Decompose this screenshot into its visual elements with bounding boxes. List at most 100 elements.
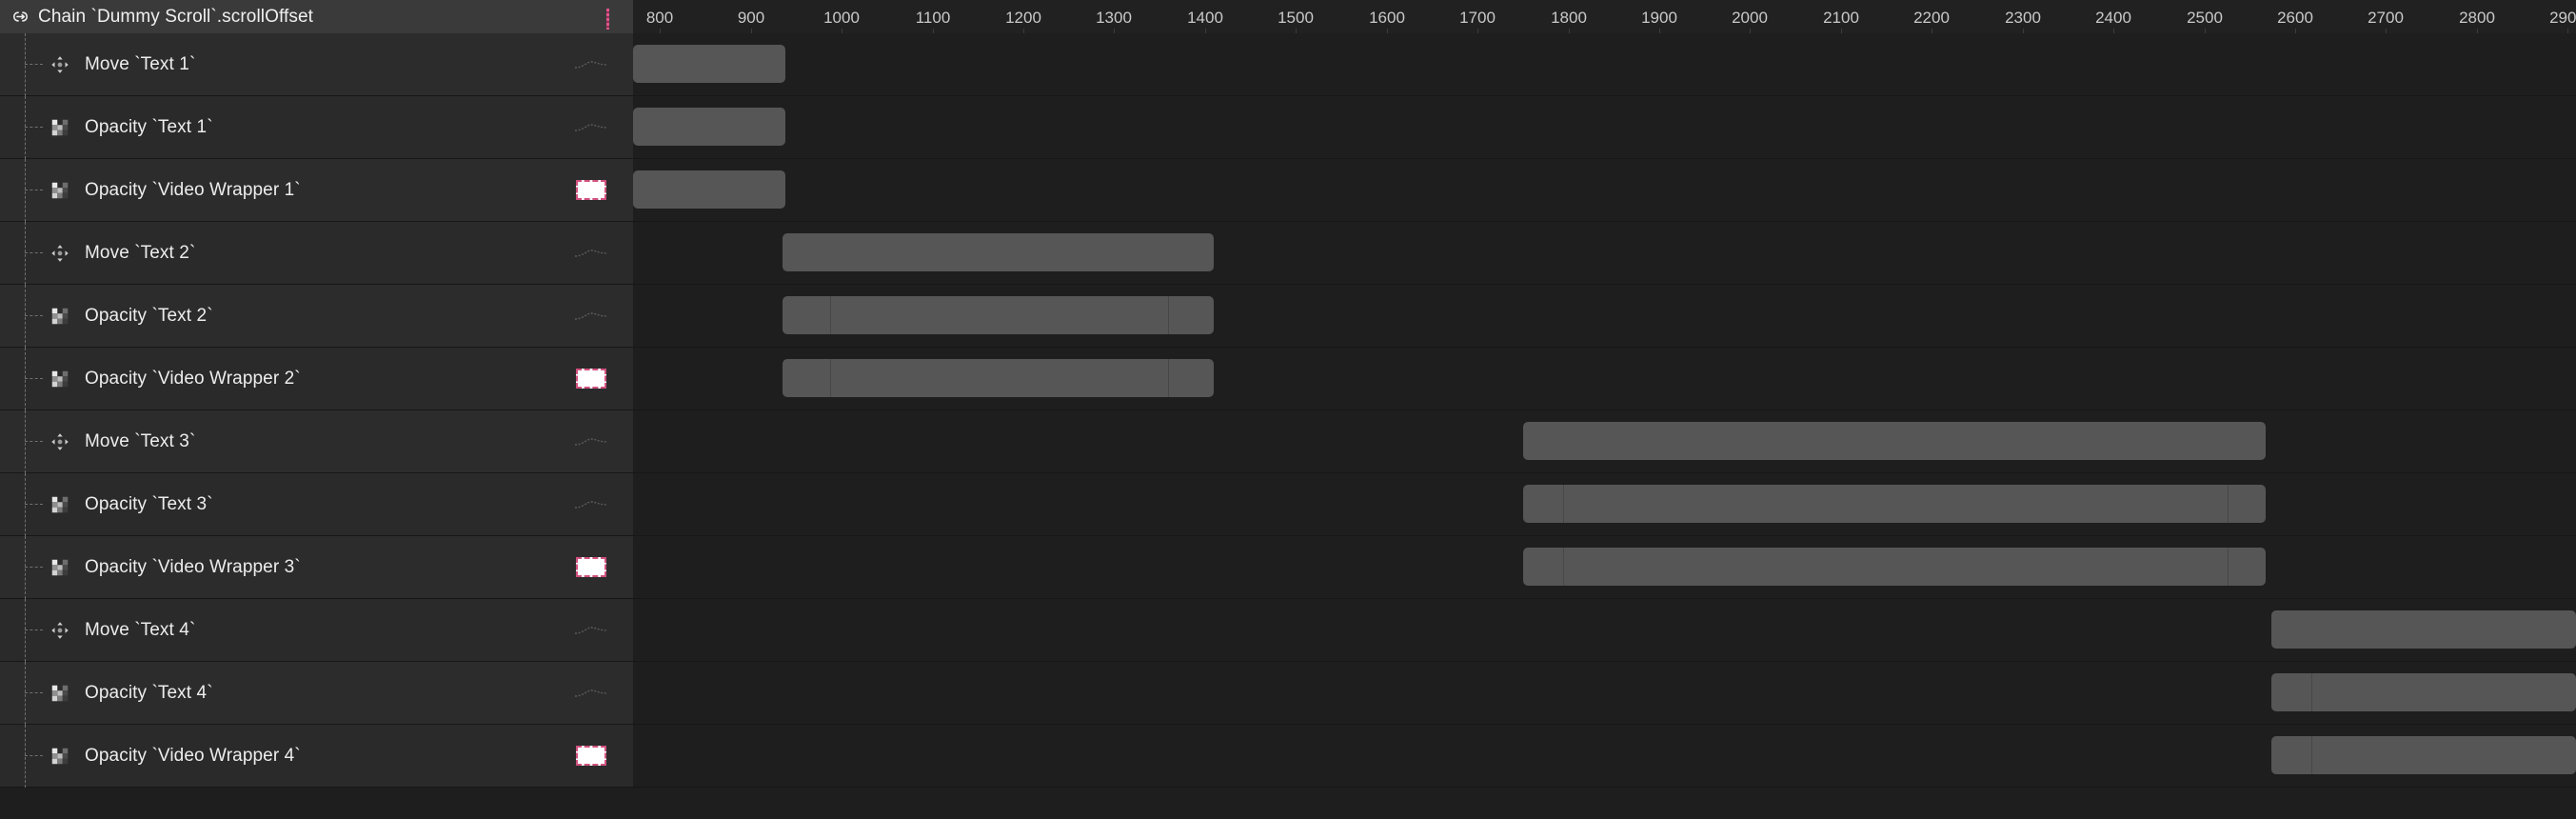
row-header-move-1[interactable]: Move `Text 1` — [0, 33, 633, 96]
ruler-tick-label: 2200 — [1913, 9, 1950, 27]
tree-connector — [0, 662, 50, 725]
timeline-clip-bar[interactable] — [2271, 610, 2576, 649]
row-track[interactable] — [633, 473, 2576, 535]
ruler-tick-label: 2300 — [2005, 9, 2041, 27]
timeline-clip-bar[interactable] — [783, 359, 1214, 397]
row-header-opacity-3[interactable]: Opacity `Video Wrapper 1` — [0, 159, 633, 222]
opacity-checker-icon — [50, 683, 70, 704]
clip-segment-divider — [1563, 485, 1564, 523]
clip-segment-divider — [2311, 736, 2312, 774]
timeline-row[interactable]: Opacity `Video Wrapper 3` — [0, 536, 2576, 599]
easing-curve-icon[interactable] — [573, 620, 609, 641]
timeline-clip-bar[interactable] — [633, 45, 785, 83]
timeline-clip-bar[interactable] — [2271, 736, 2576, 774]
timeline-row[interactable]: Opacity `Text 3` — [0, 473, 2576, 536]
row-label: Move `Text 1` — [85, 53, 196, 74]
timeline-clip-bar[interactable] — [1523, 485, 2266, 523]
row-label: Move `Text 2` — [85, 242, 196, 263]
opacity-checker-icon — [50, 180, 70, 201]
timeline-row[interactable]: Opacity `Text 1` — [0, 96, 2576, 159]
row-track[interactable] — [633, 410, 2576, 472]
clip-segment-divider — [1563, 548, 1564, 586]
row-track[interactable] — [633, 285, 2576, 347]
tree-connector — [0, 410, 50, 473]
timeline-row[interactable]: Move `Text 2` — [0, 222, 2576, 285]
opacity-checker-icon — [50, 369, 70, 390]
video-thumbnail-preview — [576, 557, 606, 577]
row-header-opacity-11[interactable]: Opacity `Text 4` — [0, 662, 633, 725]
ruler-tick-label: 1200 — [1005, 9, 1041, 27]
timeline-row[interactable]: Opacity `Text 4` — [0, 662, 2576, 725]
row-label: Opacity `Video Wrapper 2` — [85, 368, 301, 389]
timeline-clip-bar[interactable] — [1523, 548, 2266, 586]
row-header-opacity-2[interactable]: Opacity `Text 1` — [0, 96, 633, 159]
easing-curve-icon[interactable] — [573, 54, 609, 75]
row-track[interactable] — [633, 599, 2576, 661]
row-header-opacity-12[interactable]: Opacity `Video Wrapper 4` — [0, 725, 633, 788]
tree-connector — [0, 33, 50, 96]
row-label: Opacity `Video Wrapper 4` — [85, 745, 301, 766]
video-thumbnail-icon[interactable] — [573, 180, 609, 201]
row-label: Move `Text 3` — [85, 430, 196, 451]
clip-segment-divider — [1168, 359, 1169, 397]
easing-curve-icon[interactable] — [573, 431, 609, 452]
easing-curve-icon[interactable] — [573, 306, 609, 327]
video-thumbnail-icon[interactable] — [573, 746, 609, 767]
move-arrows-icon — [50, 243, 70, 264]
timeline-row[interactable]: Opacity `Video Wrapper 4` — [0, 725, 2576, 788]
tree-connector — [0, 96, 50, 159]
video-thumbnail-preview — [576, 180, 606, 200]
row-label: Opacity `Text 3` — [85, 493, 213, 514]
easing-curve-icon[interactable] — [573, 243, 609, 264]
timeline-row[interactable]: Opacity `Video Wrapper 2` — [0, 348, 2576, 410]
row-label: Opacity `Text 4` — [85, 682, 213, 703]
ruler-tick-label: 2700 — [2368, 9, 2404, 27]
easing-curve-icon[interactable] — [573, 494, 609, 515]
ruler-tick-label: 800 — [645, 9, 674, 27]
row-track[interactable] — [633, 662, 2576, 724]
easing-curve-icon[interactable] — [573, 683, 609, 704]
timeline-row[interactable]: Opacity `Video Wrapper 1` — [0, 159, 2576, 222]
timeline-row[interactable]: Move `Text 4` — [0, 599, 2576, 662]
timeline-editor: Chain `Dummy Scroll`.scrollOffset 800 900… — [0, 0, 2576, 819]
easing-curve-preview — [575, 311, 607, 320]
timeline-ruler[interactable]: 800 900 1000 1100 1200 1300 1400 1500 1600 1700 18… — [633, 0, 2576, 33]
row-header-opacity-5[interactable]: Opacity `Text 2` — [0, 285, 633, 348]
timeline-row[interactable]: Opacity `Text 2` — [0, 285, 2576, 348]
row-track[interactable] — [633, 33, 2576, 95]
row-track[interactable] — [633, 222, 2576, 284]
tree-connector — [0, 725, 50, 788]
row-header-move-7[interactable]: Move `Text 3` — [0, 410, 633, 473]
timeline-clip-bar[interactable] — [1523, 422, 2266, 460]
row-header-move-10[interactable]: Move `Text 4` — [0, 599, 633, 662]
timeline-clip-bar[interactable] — [783, 296, 1214, 334]
row-header-opacity-6[interactable]: Opacity `Video Wrapper 2` — [0, 348, 633, 410]
row-label: Opacity `Video Wrapper 1` — [85, 179, 301, 200]
ruler-tick-label: 1700 — [1459, 9, 1496, 27]
timeline-clip-bar[interactable] — [633, 170, 785, 209]
opacity-checker-icon — [50, 494, 70, 515]
timeline-row[interactable]: Move `Text 3` — [0, 410, 2576, 473]
easing-curve-icon[interactable] — [573, 117, 609, 138]
row-track[interactable] — [633, 536, 2576, 598]
row-track[interactable] — [633, 96, 2576, 158]
row-track[interactable] — [633, 725, 2576, 787]
row-track[interactable] — [633, 348, 2576, 410]
timeline-clip-bar[interactable] — [2271, 673, 2576, 711]
video-thumbnail-icon[interactable] — [573, 369, 609, 390]
video-thumbnail-icon[interactable] — [573, 557, 609, 578]
move-arrows-icon — [50, 620, 70, 641]
ruler-tick-label: 2000 — [1732, 9, 1768, 27]
row-header-move-4[interactable]: Move `Text 2` — [0, 222, 633, 285]
timeline-row[interactable]: Move `Text 1` — [0, 33, 2576, 96]
timeline-header-title-bar[interactable]: Chain `Dummy Scroll`.scrollOffset — [0, 0, 633, 33]
opacity-checker-icon — [50, 306, 70, 327]
row-track[interactable] — [633, 159, 2576, 221]
row-header-opacity-9[interactable]: Opacity `Video Wrapper 3` — [0, 536, 633, 599]
playhead-marker[interactable] — [606, 9, 609, 30]
timeline-clip-bar[interactable] — [783, 233, 1214, 271]
timeline-clip-bar[interactable] — [633, 108, 785, 146]
row-header-opacity-8[interactable]: Opacity `Text 3` — [0, 473, 633, 536]
opacity-checker-icon — [50, 746, 70, 767]
tree-connector — [0, 159, 50, 222]
